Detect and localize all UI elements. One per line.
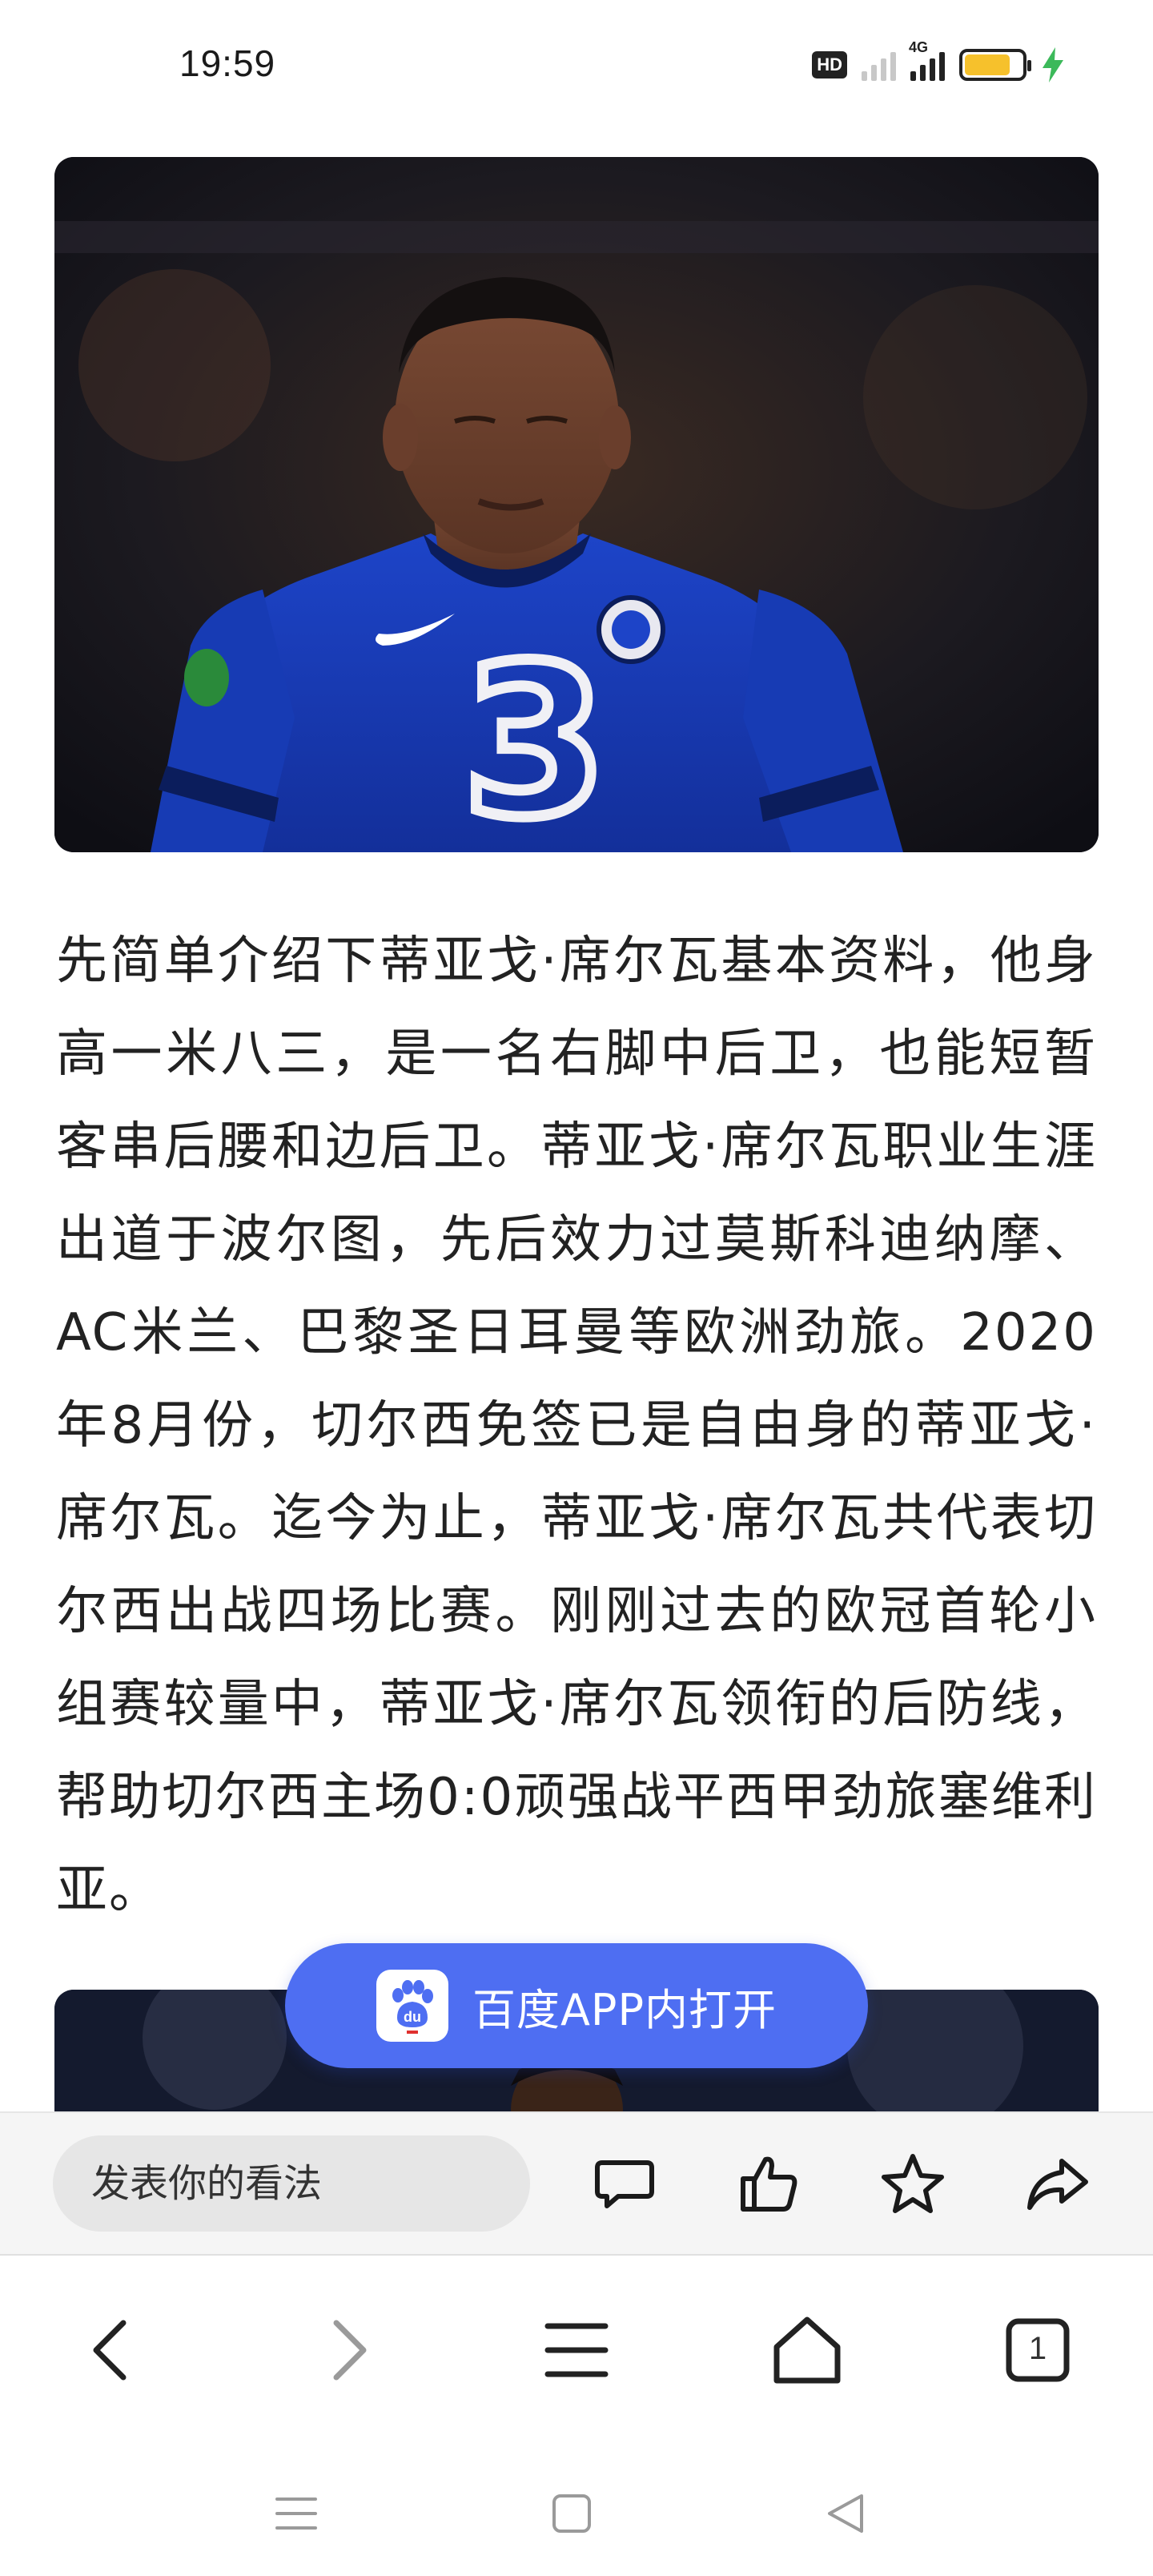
recent-apps-icon[interactable] (264, 2481, 328, 2546)
status-time: 19:59 (179, 42, 276, 84)
home-square-icon[interactable] (540, 2481, 604, 2546)
network-type-label: 4G (909, 39, 929, 55)
comment-input[interactable] (53, 2135, 530, 2232)
thumbs-up-icon[interactable] (729, 2143, 809, 2224)
comment-bar (0, 2111, 1153, 2256)
back-triangle-icon[interactable] (814, 2481, 878, 2546)
charging-bolt-icon (1043, 47, 1063, 83)
open-in-baidu-app-button[interactable]: du 百度APP内打开 (285, 1943, 868, 2068)
battery-level (965, 54, 1010, 75)
browser-toolbar: 1 (0, 2257, 1153, 2433)
status-bar: 19:59 HD 4G (0, 0, 1153, 136)
baidu-app-logo-icon: du (376, 1970, 448, 2042)
svg-text:3: 3 (463, 622, 608, 852)
battery-icon (959, 49, 1031, 81)
back-icon[interactable] (66, 2302, 162, 2398)
status-icons: HD 4G (812, 39, 1065, 85)
signal-sim1-icon (862, 49, 896, 81)
forward-icon[interactable] (298, 2302, 394, 2398)
soccer-player-photo: 3 (54, 157, 1099, 852)
tabs-icon[interactable]: 1 (990, 2302, 1086, 2398)
menu-icon[interactable] (528, 2302, 625, 2398)
article-hero-image: 3 (54, 157, 1099, 852)
signal-4g-icon: 4G (909, 39, 945, 81)
share-icon[interactable] (1017, 2143, 1097, 2224)
svg-text:du: du (404, 2009, 421, 2025)
open-in-app-label: 百度APP内打开 (472, 1984, 777, 2035)
star-icon[interactable] (873, 2143, 953, 2224)
system-nav-bar (0, 2435, 1153, 2576)
tab-count: 1 (1028, 2331, 1047, 2366)
hd-voice-icon: HD (812, 51, 847, 78)
comment-icon[interactable] (585, 2143, 665, 2224)
article-paragraph: 先简单介绍下蒂亚戈·席尔瓦基本资料，他身高一米八三，是一名右脚中后卫，也能短暂客… (56, 932, 1097, 1920)
home-icon[interactable] (759, 2302, 855, 2398)
